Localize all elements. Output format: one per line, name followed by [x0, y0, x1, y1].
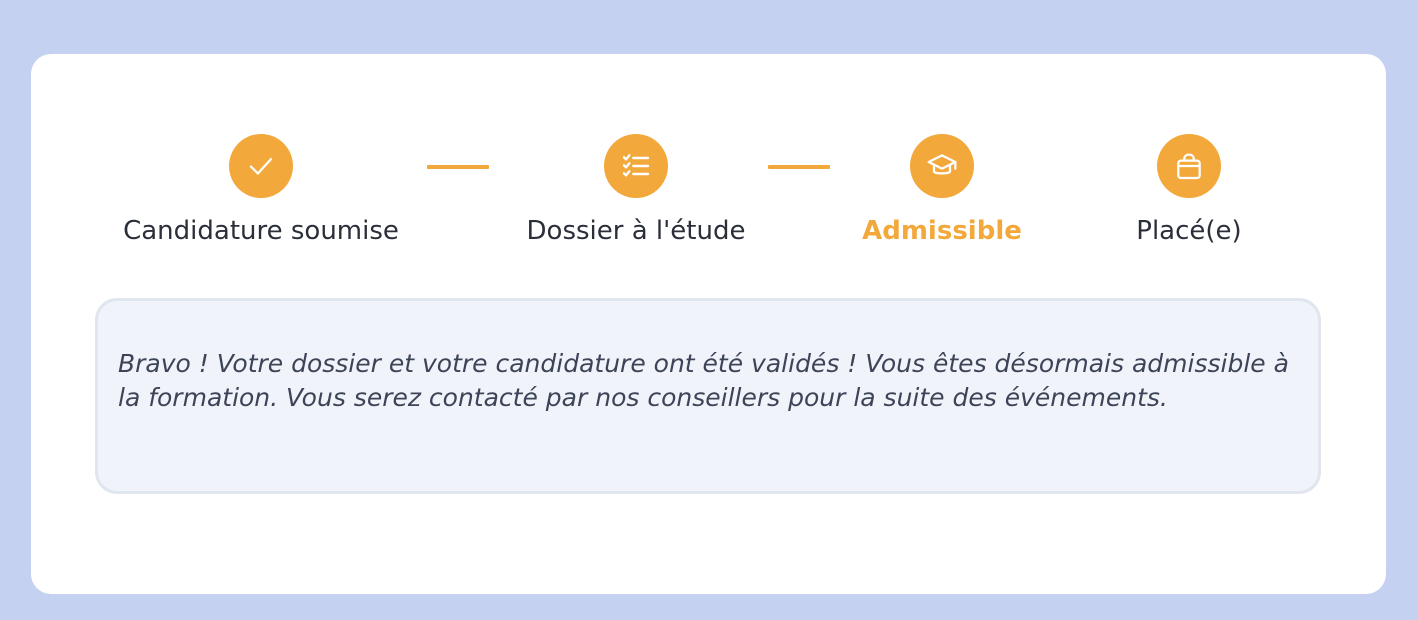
step-icon-circle — [604, 134, 668, 198]
checklist-icon — [622, 154, 650, 177]
step-icon-circle — [1157, 134, 1221, 198]
graduation-cap-icon — [927, 154, 957, 175]
step-dossier-a-l-etude: Dossier à l'étude — [476, 134, 796, 246]
shopping-bag-icon — [1177, 153, 1201, 180]
status-card: Candidature soumise Dossier à l'étude Ad… — [31, 54, 1386, 594]
check-icon — [249, 158, 273, 175]
step-place-e: Placé(e) — [1029, 134, 1349, 246]
step-icon-circle — [910, 134, 974, 198]
step-candidature-soumise: Candidature soumise — [101, 134, 421, 246]
step-label: Candidature soumise — [123, 216, 399, 246]
step-label: Dossier à l'étude — [526, 216, 746, 246]
step-label: Placé(e) — [1136, 216, 1242, 246]
step-icon-circle — [229, 134, 293, 198]
status-message: Bravo ! Votre dossier et votre candidatu… — [118, 349, 1289, 412]
status-message-box: Bravo ! Votre dossier et votre candidatu… — [95, 298, 1321, 494]
